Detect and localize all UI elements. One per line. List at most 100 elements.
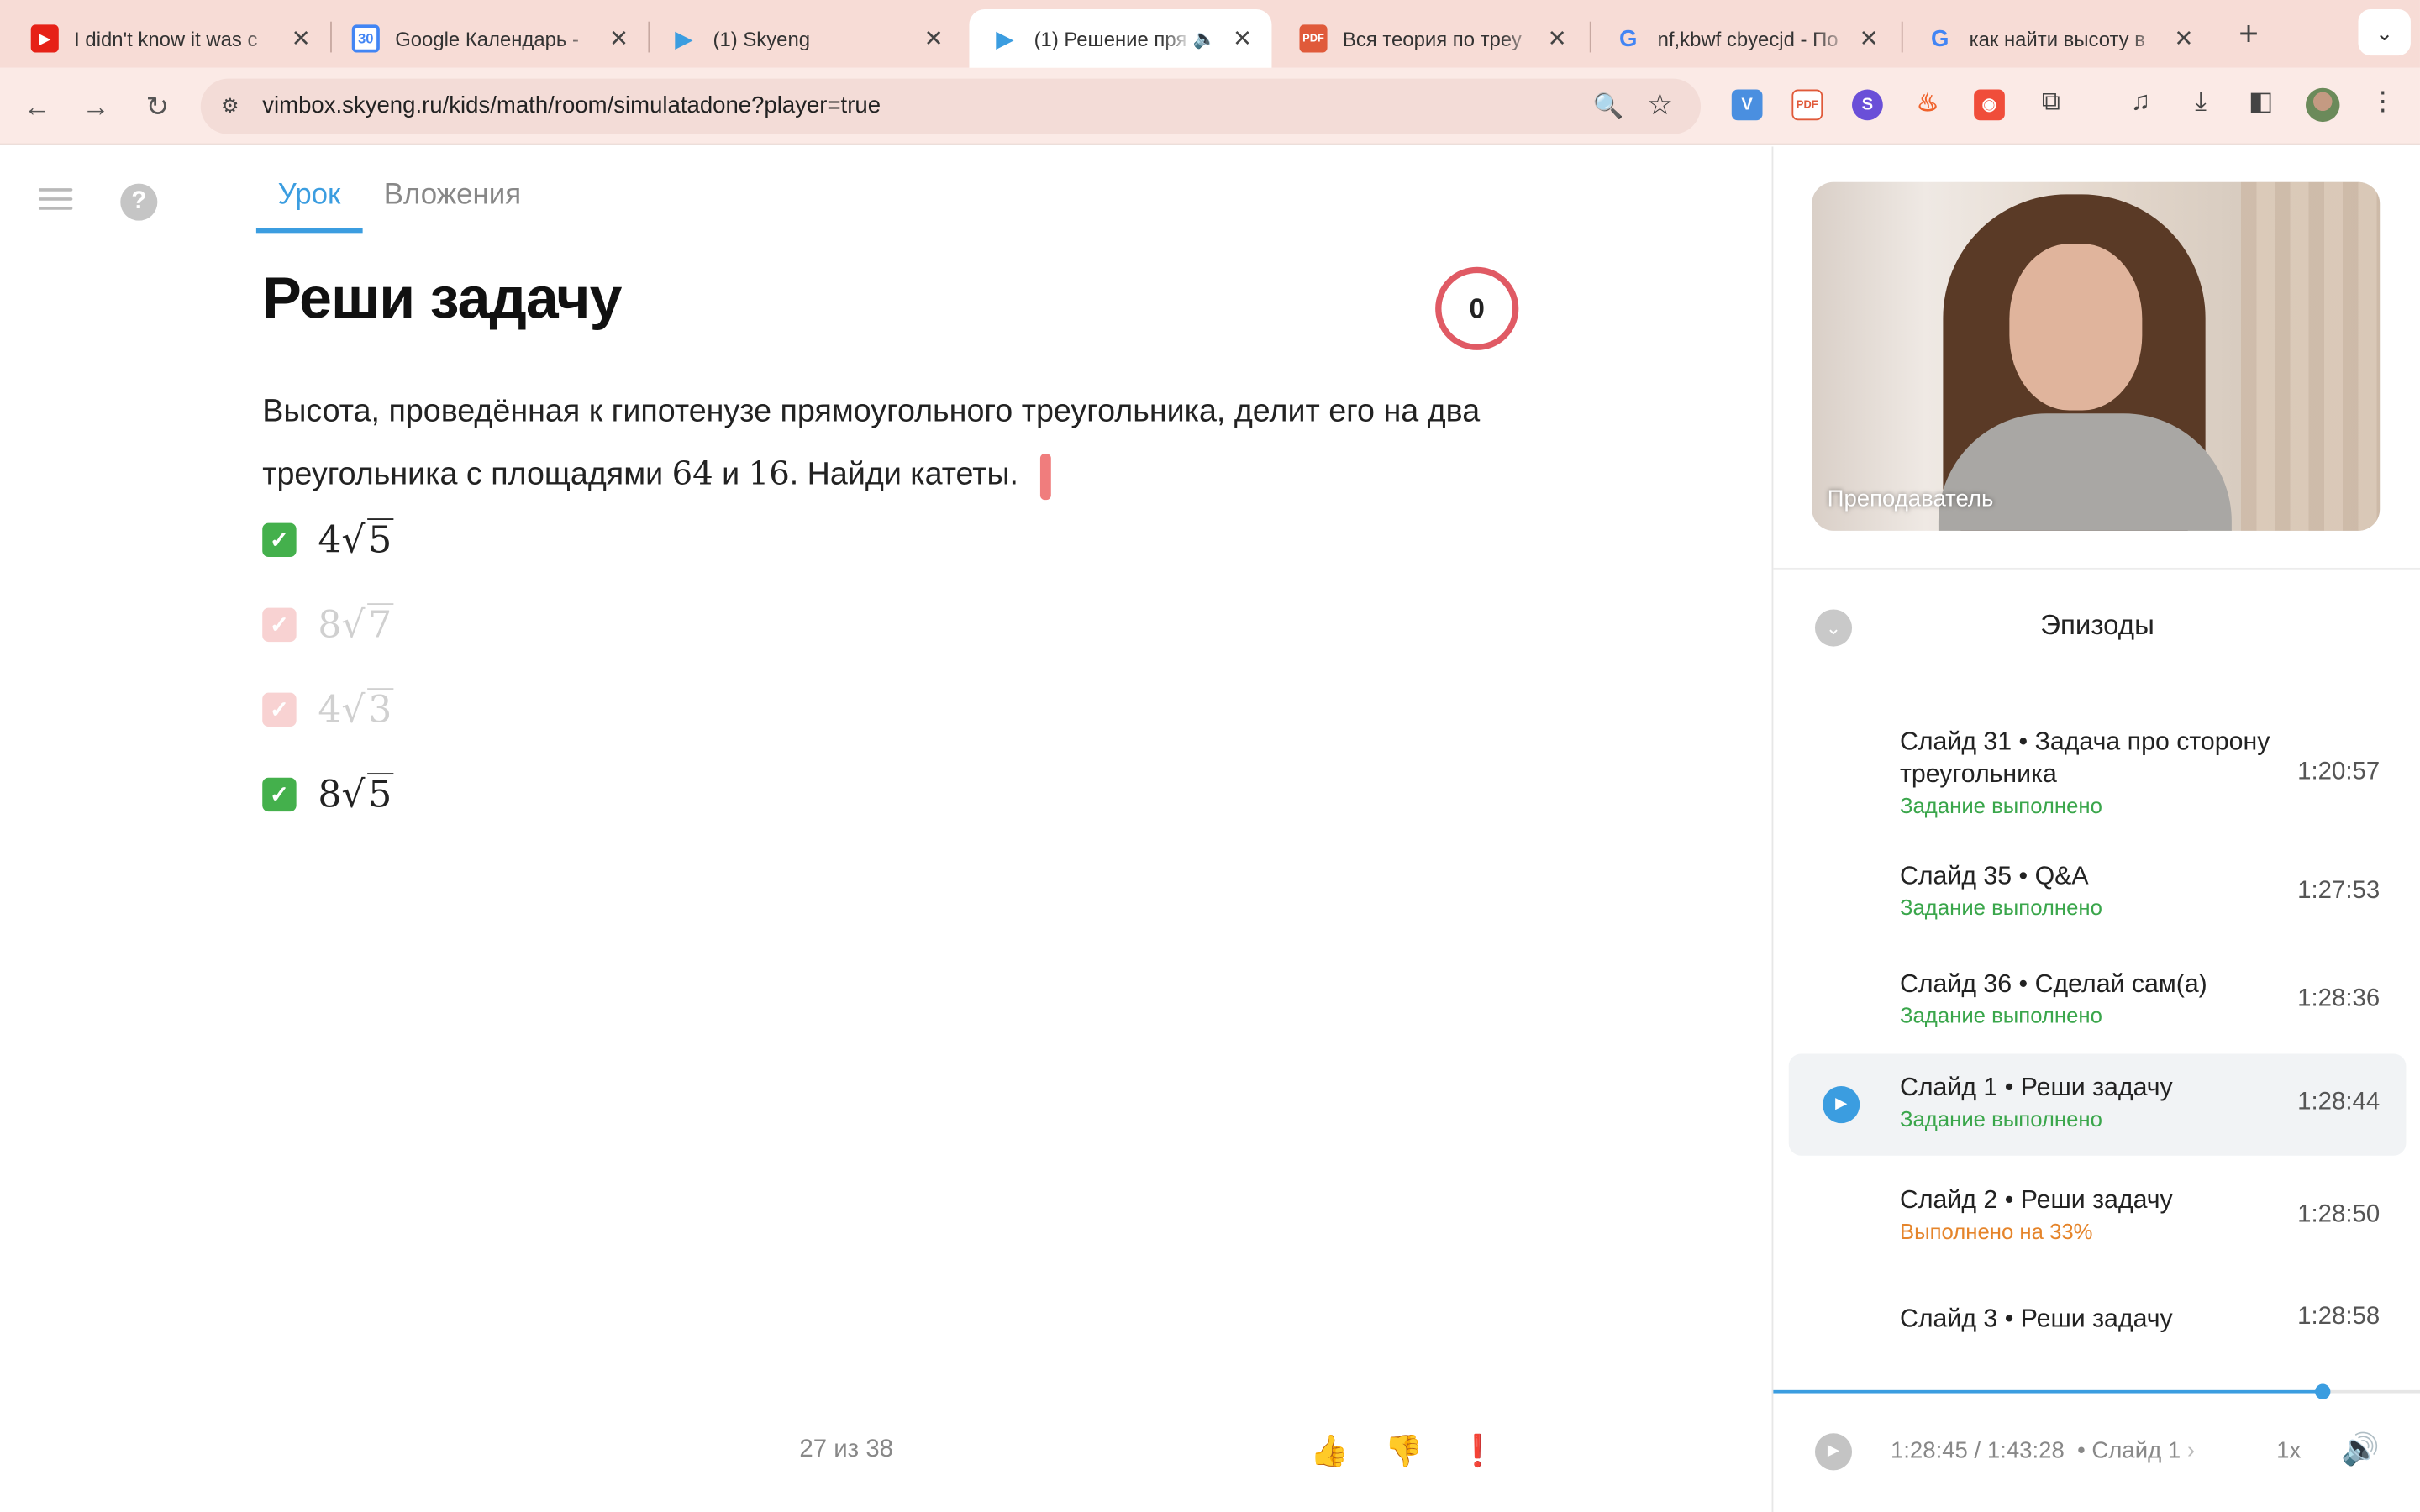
url-text[interactable]: vimbox.skyeng.ru/kids/math/room/simulata… [262, 79, 881, 134]
episode-status: Задание выполнено [1899, 1002, 2102, 1028]
episode-name: Слайд 31 • Задача про сторону треугольни… [1899, 727, 2270, 789]
address-bar[interactable]: ⚙ vimbox.skyeng.ru/kids/math/room/simula… [200, 78, 1702, 134]
play-button[interactable]: ▶ [1814, 1433, 1853, 1471]
current-slide-label[interactable]: • Слайд 1 [2077, 1438, 2181, 1464]
extension-fire-icon[interactable]: ♨ [1912, 90, 1944, 121]
media-control-icon[interactable]: ♫ [2123, 87, 2157, 118]
video-label: Преподаватель [1827, 486, 1994, 512]
checkbox-unchecked-icon[interactable]: ✓ [262, 692, 297, 727]
browser-tab[interactable]: ▶ (1) Skyeng ✕ [648, 9, 963, 68]
episode-time: 1:28:50 [2297, 1201, 2381, 1229]
answer-option[interactable]: ✓ 8√ 5 [262, 773, 394, 816]
tab-lesson[interactable]: Урок [255, 175, 363, 234]
profile-avatar[interactable] [2306, 87, 2340, 123]
progress-handle[interactable] [2315, 1383, 2331, 1399]
extension-s-icon[interactable]: S [1852, 89, 1883, 121]
side-panel-icon[interactable]: ◧ [2244, 87, 2278, 118]
task-text-part: и [713, 456, 749, 492]
answer-option[interactable]: ✓ 4√ 3 [262, 688, 394, 732]
close-tab-icon[interactable]: ✕ [917, 24, 950, 52]
browser-tab[interactable]: G nf,kbwf cbyecjd - По ✕ [1592, 9, 1898, 68]
close-tab-icon[interactable]: ✕ [602, 24, 635, 52]
teacher-video[interactable]: Преподаватель [1812, 181, 2381, 531]
episode-status: Задание выполнено [1899, 1105, 2102, 1131]
back-icon[interactable]: ← [17, 87, 57, 127]
browser-tab[interactable]: 30 Google Календарь - ✕ [330, 9, 648, 68]
bookmark-star-icon[interactable]: ☆ [1647, 88, 1673, 123]
answer-option[interactable]: ✓ 8√ 7 [262, 603, 394, 647]
answer-option[interactable]: ✓ 4√ 5 [262, 518, 394, 562]
report-issue-icon[interactable]: ❗ [1459, 1433, 1497, 1470]
extension-pdf-icon[interactable]: PDF [1791, 89, 1823, 121]
answer-expression: 4√ 3 [318, 688, 394, 732]
browser-tab[interactable]: G как найти высоту в ✕ [1904, 9, 2212, 68]
episode-item[interactable]: Слайд 3 • Реши задачу 1:28:58 [1789, 1300, 2407, 1352]
audio-playing-icon[interactable]: 🔈 [1193, 28, 1216, 50]
page-title: Реши задачу [262, 266, 622, 332]
skyeng-icon: ▶ [996, 25, 1013, 50]
menu-kebab-icon[interactable]: ⋮ [2366, 87, 2400, 118]
tab-search-button[interactable]: ⌄ [2358, 9, 2411, 56]
tab-title: (1) Skyeng [713, 27, 811, 50]
task-number: 64 [671, 454, 713, 492]
site-settings-icon[interactable]: ⚙ [216, 92, 244, 120]
task-text: Высота, проведённая к гипотенузе прямоуг… [262, 381, 1543, 507]
download-icon[interactable]: ⤓ [2184, 87, 2217, 118]
extension-v-icon[interactable]: V [1731, 89, 1763, 121]
answer-expression: 8√ 7 [318, 603, 394, 647]
episode-item[interactable]: Слайд 2 • Реши задачу Выполнено на 33% 1… [1789, 1180, 2407, 1263]
episode-status: Задание выполнено [1899, 793, 2102, 818]
extensions-puzzle-icon[interactable]: ⧉ [2034, 87, 2068, 118]
episode-name: Слайд 35 • Q&A [1899, 862, 2089, 890]
close-tab-icon[interactable]: ✕ [2167, 24, 2201, 52]
episode-time: 1:28:44 [2297, 1089, 2381, 1116]
zoom-icon[interactable]: 🔍 [1592, 91, 1623, 122]
browser-tab[interactable]: ▶ I didn't know it was c ✕ [9, 9, 330, 68]
episodes-title: Эпизоды [2040, 609, 2154, 641]
episode-time: 1:20:57 [2297, 759, 2381, 785]
new-tab-button[interactable]: + [2230, 13, 2267, 55]
task-text-part: . Найди катеты. [789, 456, 1019, 492]
close-tab-icon[interactable]: ✕ [284, 24, 318, 52]
help-icon[interactable]: ? [120, 183, 158, 221]
tab-attachments[interactable]: Вложения [362, 175, 543, 234]
slide-pager: 27 из 38 [799, 1436, 894, 1463]
episode-item[interactable]: Слайд 36 • Сделай сам(а) Задание выполне… [1789, 964, 2407, 1047]
browser-tab-strip: ▶ I didn't know it was c ✕ 30 Google Кал… [0, 0, 2420, 68]
thumbs-up-icon[interactable]: 👍 [1310, 1433, 1349, 1470]
volume-icon[interactable]: 🔊 [2341, 1431, 2380, 1469]
menu-icon[interactable] [38, 188, 73, 213]
checkbox-checked-icon[interactable]: ✓ [262, 777, 297, 812]
episode-name: Слайд 36 • Сделай сам(а) [1899, 970, 2207, 999]
lesson-tabs: Урок Вложения [255, 175, 543, 234]
forward-icon[interactable]: → [76, 87, 116, 127]
browser-tab-active[interactable]: ▶ (1) Решение пря 🔈 ✕ [969, 9, 1272, 68]
episode-item[interactable]: Слайд 35 • Q&A Задание выполнено 1:27:53 [1789, 856, 2407, 939]
thumbs-down-icon[interactable]: 👎 [1385, 1433, 1423, 1470]
youtube-icon: ▶ [30, 24, 59, 53]
close-tab-icon[interactable]: ✕ [1225, 24, 1259, 52]
reload-icon[interactable]: ↻ [137, 87, 177, 127]
tab-title: Google Календарь - [395, 27, 579, 50]
episode-status: Задание выполнено [1899, 895, 2102, 920]
playback-speed-button[interactable]: 1x [2276, 1438, 2301, 1464]
checkbox-unchecked-icon[interactable]: ✓ [262, 607, 297, 643]
score-badge: 0 [1435, 266, 1519, 350]
close-tab-icon[interactable]: ✕ [1540, 24, 1574, 52]
time-readout: 1:28:45 / 1:43:28 [1890, 1437, 2065, 1465]
tab-title: I didn't know it was c [74, 27, 258, 50]
close-tab-icon[interactable]: ✕ [1852, 24, 1886, 52]
browser-tab[interactable]: PDF Вся теория по треу ✕ [1278, 9, 1586, 68]
google-icon: G [1930, 25, 1949, 52]
extension-record-icon[interactable]: ◉ [1974, 89, 2005, 121]
play-icon[interactable]: ▶ [1823, 1086, 1860, 1124]
episode-item[interactable]: Слайд 31 • Задача про сторону треугольни… [1789, 717, 2407, 832]
tab-title: как найти высоту в [1969, 27, 2145, 50]
episode-name: Слайд 3 • Реши задачу [1899, 1305, 2173, 1333]
playback-time: 1:28:45 / 1:43:28 • Слайд 1 › [1891, 1438, 2195, 1464]
answer-expression: 8√ 5 [318, 773, 394, 816]
chevron-right-icon[interactable]: › [2187, 1438, 2195, 1464]
checkbox-checked-icon[interactable]: ✓ [262, 522, 297, 558]
playback-progress-bar[interactable] [1773, 1383, 2420, 1399]
episode-item-active[interactable]: ▶ Слайд 1 • Реши задачу Задание выполнен… [1788, 1053, 2407, 1156]
